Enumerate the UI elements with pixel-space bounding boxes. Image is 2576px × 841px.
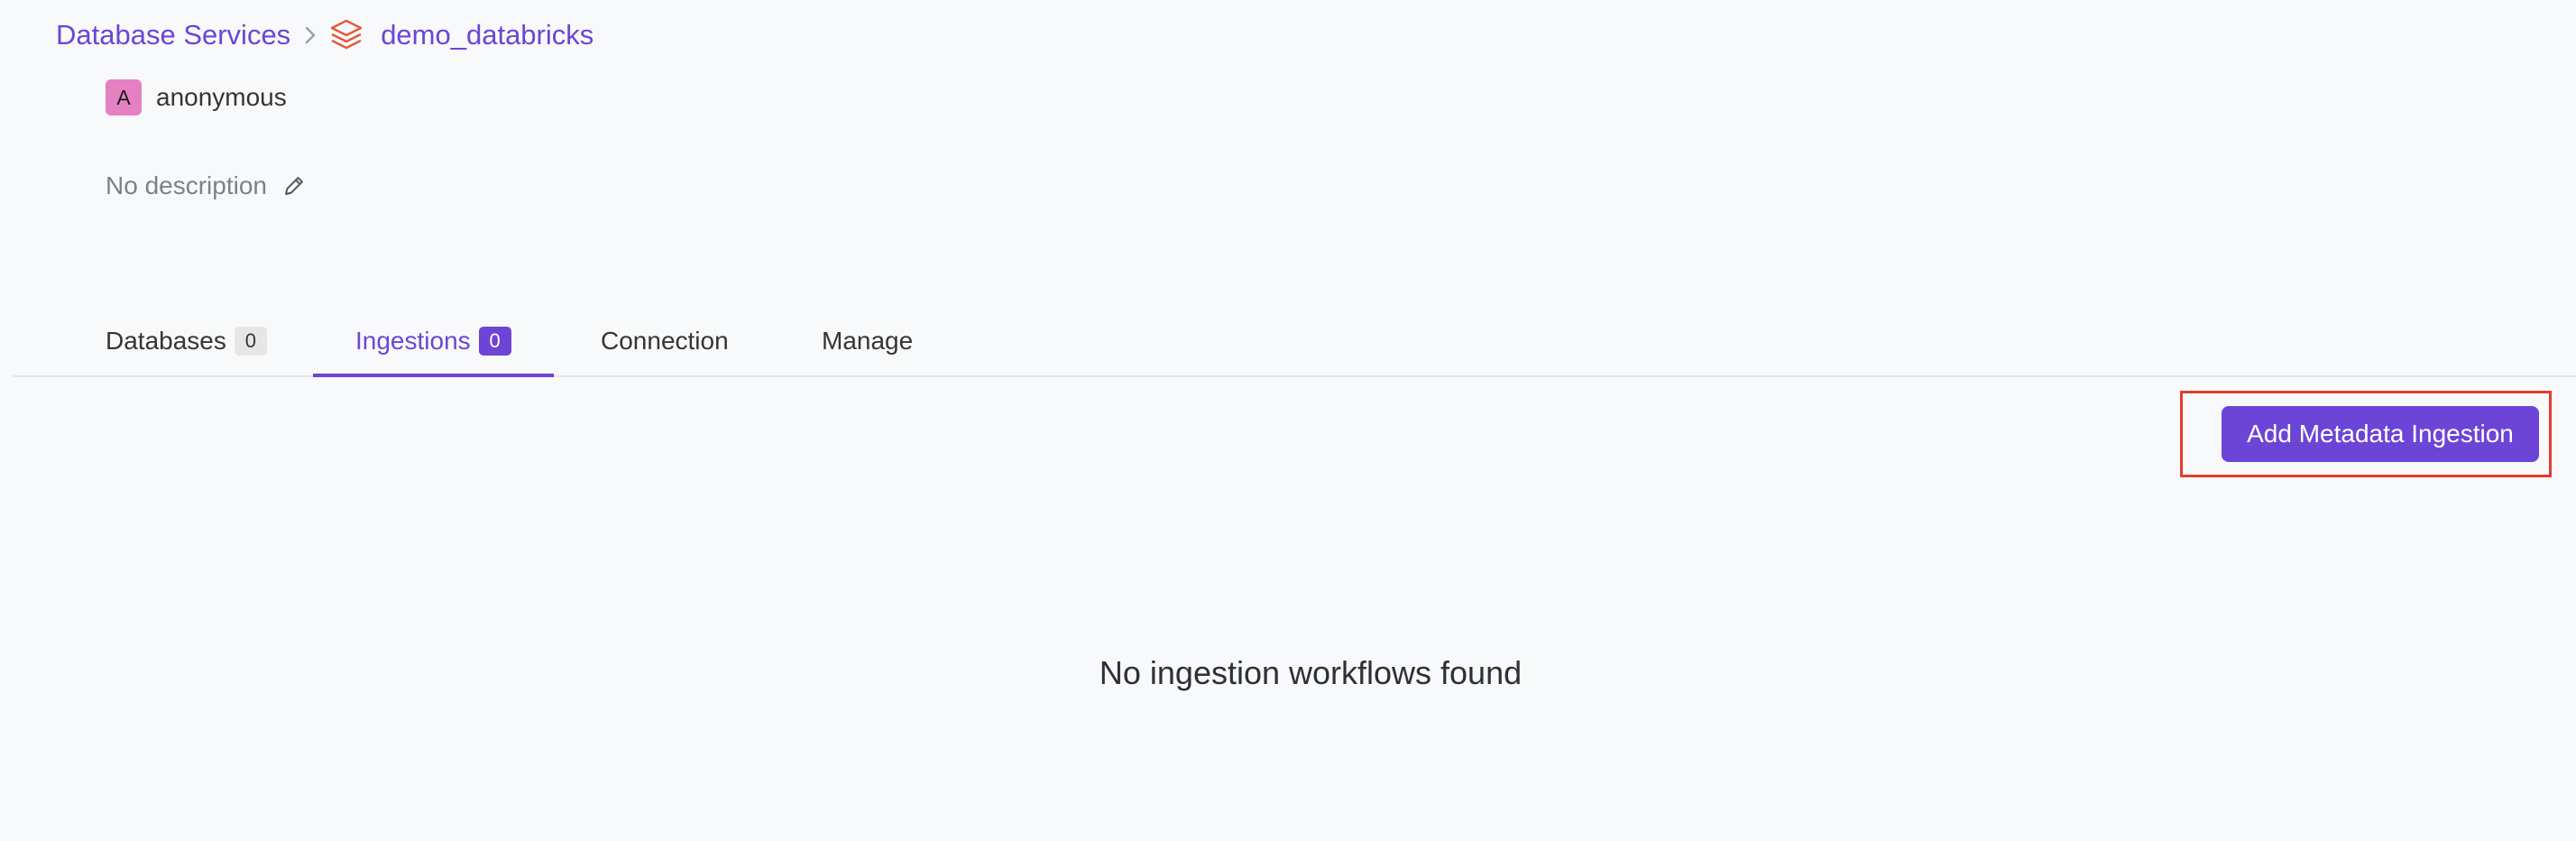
- tab-databases[interactable]: Databases 0: [106, 307, 267, 375]
- databricks-logo-svg: [330, 19, 363, 50]
- add-metadata-ingestion-button[interactable]: Add Metadata Ingestion: [2222, 406, 2539, 462]
- owner: A anonymous: [106, 79, 287, 116]
- description: No description: [106, 171, 307, 200]
- tab-bar: Databases 0 Ingestions 0 Connection Mana…: [13, 307, 2576, 377]
- tab-ingestions[interactable]: Ingestions 0: [313, 307, 554, 377]
- chevron-right-icon: [305, 26, 316, 44]
- tab-ingestions-count: 0: [478, 327, 511, 356]
- empty-state-message: No ingestion workflows found: [1099, 654, 1523, 691]
- tab-manage-label: Manage: [822, 327, 914, 355]
- tab-connection-label: Connection: [601, 327, 729, 355]
- tab-databases-count: 0: [234, 327, 267, 356]
- avatar[interactable]: A: [106, 79, 142, 116]
- pencil-icon[interactable]: [281, 173, 307, 199]
- chevron-right-svg: [305, 26, 316, 44]
- breadcrumb-database-services-link[interactable]: Database Services: [56, 19, 290, 51]
- tab-databases-label: Databases: [106, 327, 226, 355]
- databricks-icon: [328, 17, 364, 53]
- breadcrumb: Database Services demo_databricks: [56, 13, 593, 58]
- tab-connection[interactable]: Connection: [601, 307, 729, 375]
- pencil-svg: [284, 177, 303, 195]
- breadcrumb-service-link[interactable]: demo_databricks: [381, 19, 593, 51]
- owner-name[interactable]: anonymous: [156, 83, 287, 112]
- tab-ingestions-label: Ingestions: [355, 327, 471, 355]
- tab-manage[interactable]: Manage: [822, 307, 913, 375]
- description-text: No description: [106, 171, 267, 199]
